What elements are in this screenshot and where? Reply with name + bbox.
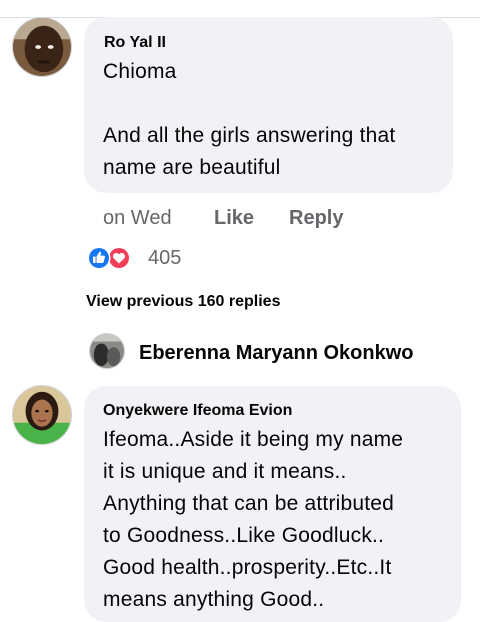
like-button[interactable]: Like [214, 207, 254, 230]
avatar-image [13, 386, 71, 444]
love-icon [107, 246, 131, 270]
comment-bubble: Onyekwere Ifeoma Evion Ifeoma..Aside it … [84, 386, 461, 622]
comment-actions: on Wed Like Reply [0, 207, 480, 233]
reaction-icons[interactable] [86, 245, 134, 271]
comment-text: Chioma And all the girls answering that … [103, 60, 396, 179]
avatar[interactable] [12, 17, 72, 77]
comment-bubble: Ro Yal II Chioma And all the girls answe… [84, 17, 453, 193]
comment-author[interactable]: Onyekwere Ifeoma Evion [103, 402, 292, 420]
replier-avatar[interactable] [89, 333, 125, 369]
comment-timestamp[interactable]: on Wed [103, 207, 172, 230]
replier-avatar-image [90, 334, 124, 368]
replier-name[interactable]: Eberenna Maryann Okonkwo [139, 342, 414, 365]
like-icon [87, 246, 111, 270]
comment-text: Ifeoma..Aside it being my name it is uni… [103, 428, 404, 611]
comment-author[interactable]: Ro Yal II [104, 34, 166, 52]
reply-button[interactable]: Reply [289, 207, 343, 230]
avatar[interactable] [12, 385, 72, 445]
avatar-image [13, 18, 71, 76]
view-previous-replies-link[interactable]: View previous 160 replies [86, 293, 280, 311]
reaction-count[interactable]: 405 [148, 247, 181, 270]
